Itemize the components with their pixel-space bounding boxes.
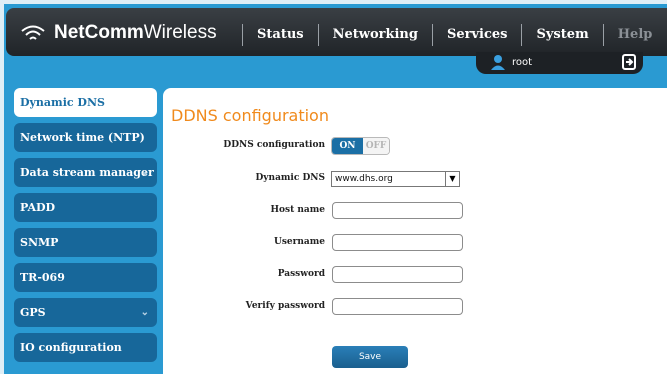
sidebar-item-padd[interactable]: PADD xyxy=(14,193,157,222)
sidebar-item-label: TR-069 xyxy=(20,271,65,284)
ddns-config-label: DDNS configuration xyxy=(223,140,325,150)
brand-light: Wireless xyxy=(143,22,217,43)
toggle-on[interactable]: ON xyxy=(332,138,363,154)
username-row: Username xyxy=(163,234,667,254)
sidebar: Dynamic DNS Network time (NTP) Data stre… xyxy=(14,88,157,368)
verify-password-input[interactable] xyxy=(332,298,463,315)
user-bar: root xyxy=(476,52,643,74)
sidebar-item-label: GPS xyxy=(20,306,46,319)
sidebar-item-snmp[interactable]: SNMP xyxy=(14,228,157,257)
sidebar-item-ntp[interactable]: Network time (NTP) xyxy=(14,123,157,152)
page-title: DDNS configuration xyxy=(171,106,329,125)
sidebar-item-label: SNMP xyxy=(20,236,59,249)
verify-password-row: Verify password xyxy=(163,298,667,318)
sidebar-item-label: Data stream manager xyxy=(20,166,154,179)
chevron-down-icon: ⌄ xyxy=(140,167,149,178)
sidebar-item-dynamic-dns[interactable]: Dynamic DNS xyxy=(14,88,157,117)
host-name-row: Host name xyxy=(163,202,667,222)
nav-networking[interactable]: Networking xyxy=(317,24,432,46)
password-label: Password xyxy=(277,269,325,279)
sidebar-item-tr069[interactable]: TR-069 xyxy=(14,263,157,292)
dynamic-dns-select[interactable]: www.dhs.org ▼ xyxy=(331,171,460,187)
username-input[interactable] xyxy=(332,234,463,251)
sidebar-item-label: Network time (NTP) xyxy=(20,131,145,144)
sidebar-item-label: IO configuration xyxy=(20,341,122,354)
host-name-input[interactable] xyxy=(332,202,463,219)
sidebar-item-gps[interactable]: GPS ⌄ xyxy=(14,298,157,327)
verify-password-label: Verify password xyxy=(245,301,325,311)
nav-help[interactable]: Help xyxy=(602,24,667,46)
wifi-logo-icon xyxy=(21,25,45,40)
sidebar-item-data-stream-manager[interactable]: Data stream manager ⌄ xyxy=(14,158,157,187)
nav-system[interactable]: System xyxy=(521,24,602,46)
dropdown-arrow-icon[interactable]: ▼ xyxy=(445,172,459,186)
toggle-off[interactable]: OFF xyxy=(363,138,389,154)
username-text: root xyxy=(512,57,533,68)
netcomm-logo: NetComm Wireless xyxy=(20,22,217,43)
top-navigation-bar: NetComm Wireless Status Networking Servi… xyxy=(6,8,667,56)
save-button[interactable]: Save xyxy=(332,346,408,368)
dynamic-dns-row: Dynamic DNS www.dhs.org ▼ xyxy=(163,170,667,190)
sidebar-item-io-configuration[interactable]: IO configuration xyxy=(14,333,157,362)
ddns-toggle[interactable]: ON OFF xyxy=(331,137,390,155)
main-nav: Status Networking Services System Help xyxy=(242,23,666,47)
username-label: Username xyxy=(273,237,325,247)
logout-icon[interactable] xyxy=(622,54,636,70)
main-content: DDNS configuration DDNS configuration ON… xyxy=(163,88,667,374)
host-name-label: Host name xyxy=(270,205,326,215)
sidebar-item-label: Dynamic DNS xyxy=(20,96,105,109)
password-input[interactable] xyxy=(332,266,463,283)
brand-bold: NetComm xyxy=(54,22,144,43)
nav-status[interactable]: Status xyxy=(242,24,318,46)
chevron-down-icon: ⌄ xyxy=(140,307,149,318)
ddns-toggle-row: DDNS configuration ON OFF xyxy=(163,137,667,157)
dynamic-dns-label: Dynamic DNS xyxy=(255,173,326,183)
nav-services[interactable]: Services xyxy=(431,24,522,46)
password-row: Password xyxy=(163,266,667,286)
dynamic-dns-value: www.dhs.org xyxy=(335,174,393,184)
sidebar-item-label: PADD xyxy=(20,201,56,214)
user-icon xyxy=(491,55,505,70)
